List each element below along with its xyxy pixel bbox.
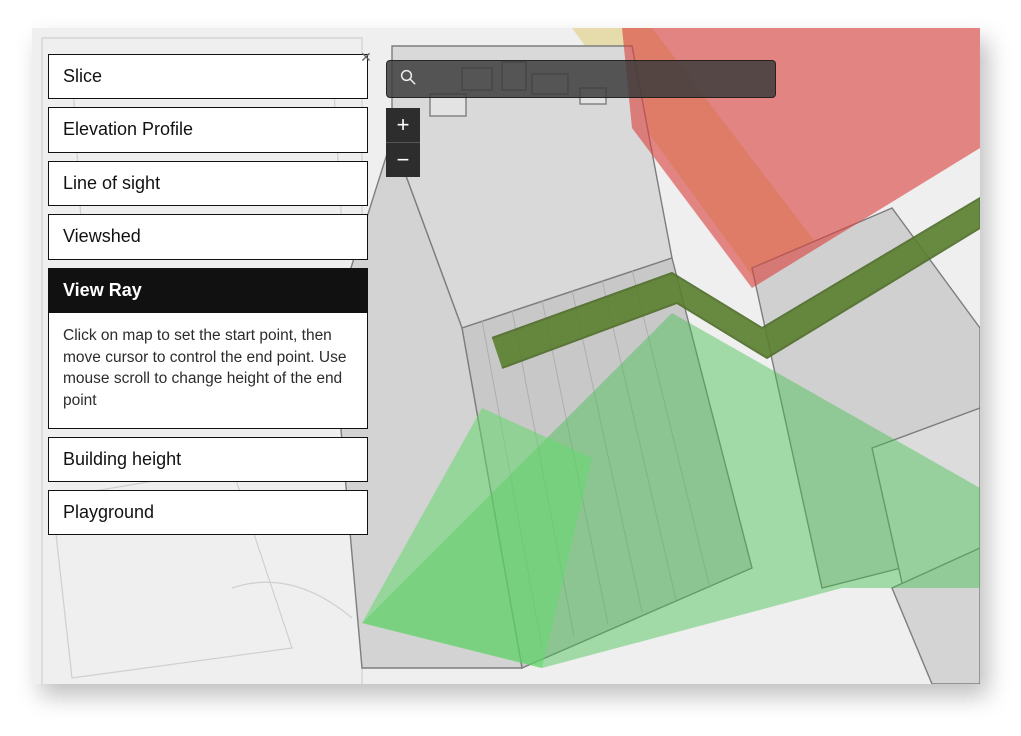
zoom-in-button[interactable]: + xyxy=(386,108,420,143)
tool-item-elevation-profile[interactable]: Elevation Profile xyxy=(48,107,368,152)
search-input[interactable] xyxy=(427,70,763,89)
close-icon[interactable]: ✕ xyxy=(358,50,374,66)
tool-item-slice[interactable]: Slice xyxy=(48,54,368,99)
tool-description: Click on map to set the start point, the… xyxy=(48,313,368,429)
tool-item-playground[interactable]: Playground xyxy=(48,490,368,535)
zoom-controls: + − xyxy=(386,108,420,177)
app-window: Exhibition St Exhibition St xyxy=(32,28,980,684)
search-bar[interactable] xyxy=(386,60,776,98)
tool-item-building-height[interactable]: Building height xyxy=(48,437,368,482)
tool-item-viewshed[interactable]: Viewshed xyxy=(48,214,368,259)
search-icon xyxy=(399,68,417,91)
tool-item-view-ray[interactable]: View Ray xyxy=(48,268,368,313)
tool-item-line-of-sight[interactable]: Line of sight xyxy=(48,161,368,206)
zoom-out-button[interactable]: − xyxy=(386,143,420,177)
tools-panel: ✕ Slice Elevation Profile Line of sight … xyxy=(48,54,368,535)
